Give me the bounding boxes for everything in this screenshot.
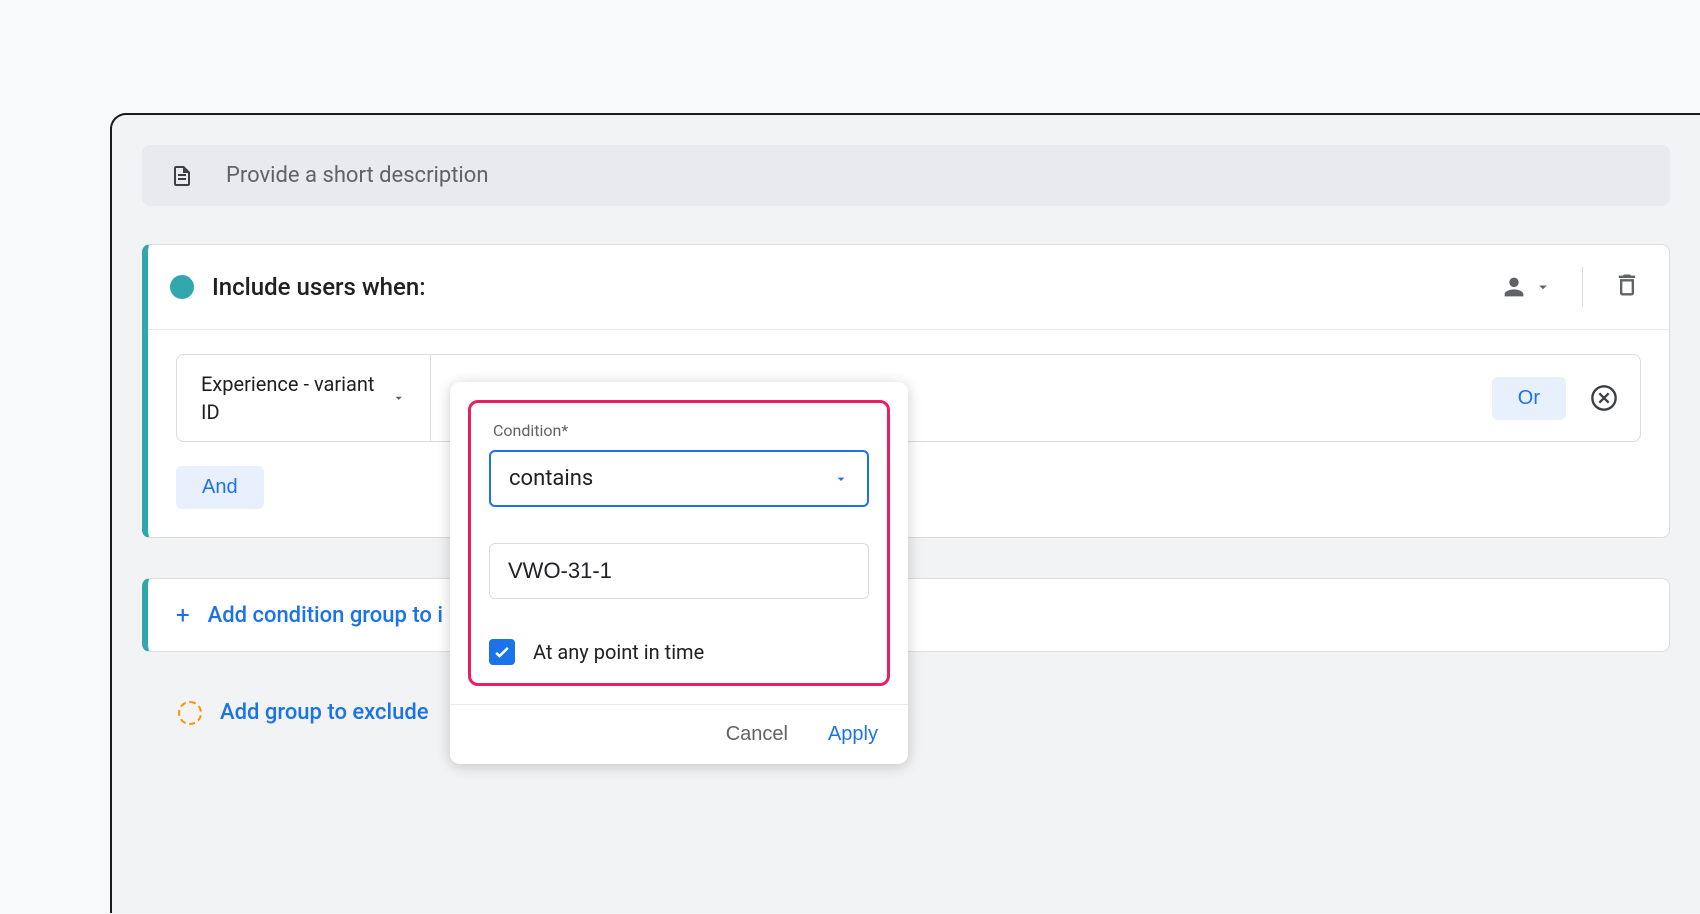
condition-operator-value: contains xyxy=(509,466,593,491)
checkmark-icon xyxy=(492,642,512,662)
divider xyxy=(1582,267,1583,307)
delete-group-button[interactable] xyxy=(1613,271,1641,303)
condition-operator-select[interactable]: contains xyxy=(489,450,869,507)
include-indicator-dot xyxy=(170,275,194,299)
chevron-down-icon xyxy=(391,390,406,406)
chevron-down-icon xyxy=(1534,278,1552,296)
condition-filter-popup: Condition* contains At any point in time… xyxy=(450,382,908,764)
add-include-label: Add condition group to i xyxy=(208,603,443,628)
dimension-label: Experience - variant ID xyxy=(201,370,391,426)
condition-row-actions: Or xyxy=(1492,377,1640,420)
checkbox-label: At any point in time xyxy=(533,640,704,664)
checkbox-row: At any point in time xyxy=(489,639,869,665)
apply-button[interactable]: Apply xyxy=(828,723,878,746)
popup-actions: Cancel Apply xyxy=(450,704,908,764)
exclude-indicator-circle xyxy=(178,701,202,725)
any-point-checkbox[interactable] xyxy=(489,639,515,665)
user-icon xyxy=(1500,273,1528,301)
popup-highlighted-area: Condition* contains At any point in time xyxy=(468,400,890,686)
cancel-button[interactable]: Cancel xyxy=(726,723,788,746)
plus-icon: + xyxy=(176,601,190,629)
condition-row: Experience - variant ID Or xyxy=(176,354,1641,442)
trash-icon xyxy=(1613,271,1641,299)
description-bar[interactable]: Provide a short description xyxy=(142,145,1670,206)
description-placeholder: Provide a short description xyxy=(226,163,488,188)
and-button[interactable]: And xyxy=(176,466,264,509)
include-title: Include users when: xyxy=(212,273,426,301)
add-exclude-label: Add group to exclude xyxy=(220,700,429,725)
include-header: Include users when: xyxy=(148,245,1669,330)
close-circle-icon xyxy=(1590,384,1618,412)
document-icon xyxy=(170,164,194,188)
include-header-left: Include users when: xyxy=(170,273,426,301)
or-button[interactable]: Or xyxy=(1492,377,1566,420)
include-header-right xyxy=(1500,267,1641,307)
remove-condition-button[interactable] xyxy=(1590,384,1618,412)
chevron-down-icon xyxy=(833,471,849,487)
dimension-selector[interactable]: Experience - variant ID xyxy=(177,355,431,441)
condition-field-label: Condition* xyxy=(489,421,869,440)
condition-value-input[interactable] xyxy=(489,543,869,599)
scope-dropdown[interactable] xyxy=(1500,273,1552,301)
